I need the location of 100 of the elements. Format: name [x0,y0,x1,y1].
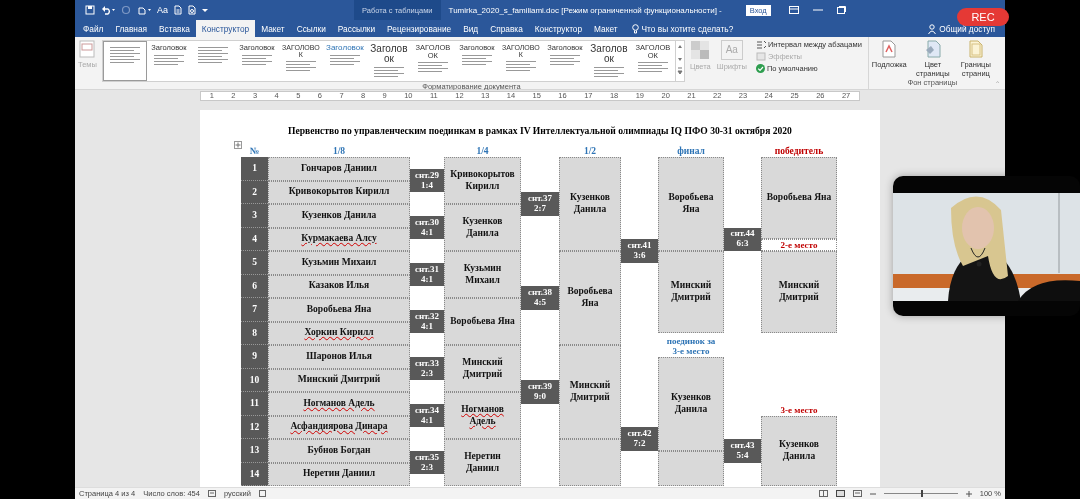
maximize-icon[interactable] [836,6,846,14]
bracket-cell: Кузенков Данила [761,415,837,486]
seed-number: 4 [241,227,268,251]
round-header: 1/8 [331,146,347,157]
document-icon[interactable] [188,5,196,15]
text-preview-icon [549,54,580,65]
place-label: поединок за 3-е место [665,335,717,357]
bracket-cell: Кривокорытов Кирилл [444,157,521,204]
round-header: 1/2 [582,146,598,157]
watermark-icon [882,40,897,58]
match-score: 9:0 [534,392,546,402]
person-icon[interactable] [928,23,937,34]
match-number: снт.39 [527,382,553,392]
place-label: 2-е место [761,239,837,251]
bracket-cell: Минский Дмитрий [658,251,724,334]
style-gallery-item[interactable] [102,41,147,81]
match-score: 6:3 [736,239,749,250]
expand-gallery-icon[interactable] [675,65,684,77]
bracket-cell: Хоркин Кирилл [268,321,410,345]
read-mode-icon[interactable] [818,490,828,497]
bracket-cell: Минский Дмитрий [268,368,410,392]
text-preview-icon [505,61,536,71]
bracket-cell: Кузенков Данила [444,204,521,251]
match-score: 7:2 [633,439,646,449]
ribbon-display-icon[interactable] [788,6,799,14]
font-size-button[interactable]: Aa [157,5,168,15]
bracket-cell: Минский Дмитрий [559,345,621,439]
text-preview-icon [329,55,360,65]
match-number: снт.33 [414,358,440,369]
seed-number: 6 [241,274,268,298]
web-layout-icon[interactable] [852,490,862,497]
seed-number: 12 [241,415,268,439]
match-score: 4:1 [421,227,433,238]
seed-number: 1 [241,157,268,181]
ribbon-tab[interactable]: Конструктор [528,20,589,37]
text-preview-icon [417,62,448,72]
match-number: снт.44 [730,229,755,240]
match-score: 5:4 [736,450,749,461]
match-score: 4:1 [421,321,433,332]
text-preview-icon [373,67,404,77]
text-preview-icon [461,54,492,65]
save-icon[interactable] [85,5,95,15]
match-number: снт.43 [730,440,755,451]
ribbon-tab[interactable]: Рецензирование [381,20,458,37]
ribbon-tab[interactable]: Справка [484,20,529,37]
seed-number: 11 [241,392,268,416]
seed-number: 8 [241,321,268,345]
undo-icon[interactable] [101,5,115,15]
share-button[interactable]: Общий доступ [939,23,995,34]
text-preview-icon [109,47,140,63]
lightbulb-icon [631,23,639,34]
match-score: 4:1 [421,274,433,285]
text-preview-icon [285,61,316,71]
themes-icon [79,40,96,58]
table-move-handle-icon[interactable] [234,141,242,149]
ribbon-tab[interactable]: Макет [588,20,624,37]
bracket-cell: Ногманов Адель [444,392,521,439]
ribbon-tab[interactable]: Ссылки [290,20,332,37]
bracket-cell: Кузенков Данила [559,157,621,251]
match-score: 1:4 [421,180,433,191]
text-preview-icon [593,67,624,77]
bracket-cell: Казаков Илья [268,274,410,298]
paragraph-spacing-icon [755,40,766,49]
document-title: Первенство по управленческим поединкам в рамках IV Интеллектуальной олимпиады IQ ПФО 30-31 октября 2020 [287,125,793,138]
page-borders-icon [968,40,983,58]
color-swatches-icon [690,40,711,60]
bracket-cell: Воробьева Яна [658,157,724,251]
bracket-cell: Шаронов Илья [268,345,410,369]
match-score: 4:5 [534,298,546,308]
match-number: снт.35 [414,452,440,463]
match-number: снт.38 [527,288,553,298]
tell-me-field[interactable]: Что вы хотите сделать? [641,23,734,34]
ribbon-tab[interactable]: Рассылки [331,20,382,37]
print-layout-icon[interactable] [835,490,845,497]
seed-number: 13 [241,439,268,463]
bracket-cell: Неретин Даниил [268,462,410,486]
seed-number: 5 [241,251,268,275]
ribbon-tab[interactable]: Макет [255,20,291,37]
text-preview-icon [637,62,668,72]
bracket-cell: Асфандиярова Динара [268,415,410,439]
check-circle-icon [755,64,765,73]
bracket-cell: Ногманов Адель [268,392,410,416]
ribbon-tab[interactable]: Файл [77,20,110,37]
zoom-in-icon[interactable] [965,490,972,497]
bracket-cell: Кузенков Данила [658,356,724,451]
match-score: 4:1 [421,415,433,426]
bracket-cell: Кузьмин Михаил [444,251,521,298]
match-number: снт.41 [627,241,652,251]
ribbon-tab[interactable]: Конструктор [195,20,256,37]
document-icon[interactable] [174,5,182,15]
minimize-icon[interactable] [812,6,823,14]
ribbon-tab[interactable]: Главная [109,20,153,37]
bracket-cell: Кривокорытов Кирилл [268,180,410,204]
ribbon-tab[interactable]: Вставка [153,20,196,37]
ribbon-tab[interactable]: Вид [457,20,485,37]
match-number: снт.30 [414,217,440,228]
match-score: 3:6 [633,251,646,261]
seed-number: 14 [241,462,268,486]
match-number: снт.42 [627,429,652,439]
match-number: снт.32 [414,311,440,322]
